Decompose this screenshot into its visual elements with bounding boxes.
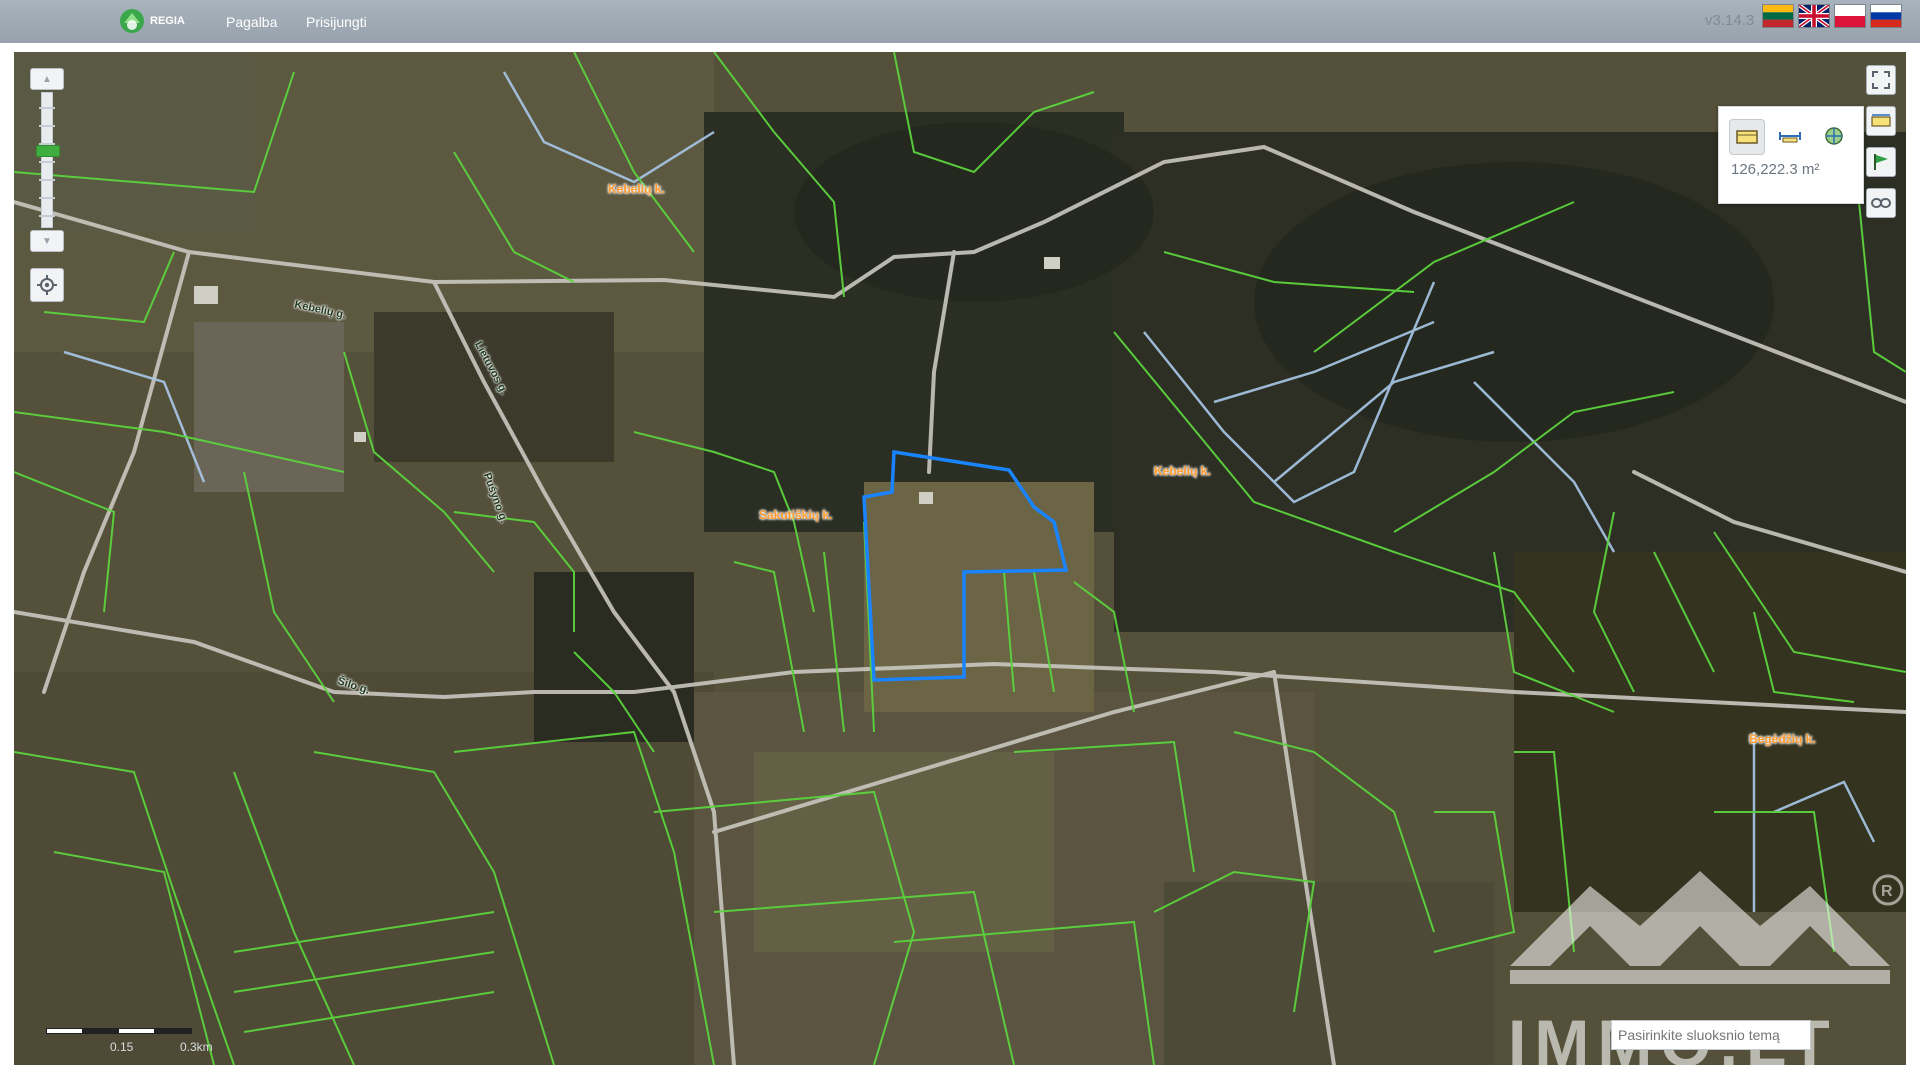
layer-theme-input[interactable] xyxy=(1611,1020,1811,1050)
place-label-kebeliai: Kebelių k. xyxy=(608,182,665,196)
regia-logo[interactable]: REGIA xyxy=(118,6,185,36)
version-label: v3.14.3 xyxy=(1705,12,1755,29)
place-label-begedziai: Begėdžių k. xyxy=(1749,732,1816,746)
scale-bar xyxy=(46,1028,192,1034)
scale-segment xyxy=(82,1028,120,1034)
measure-icon xyxy=(1871,114,1891,127)
flag-lithuania-icon[interactable] xyxy=(1763,5,1793,27)
measure-point-button[interactable] xyxy=(1817,119,1851,153)
zoom-tick xyxy=(39,197,55,199)
flag-icon xyxy=(1874,154,1888,170)
nav-login-link[interactable]: Prisijungti xyxy=(306,14,367,30)
zoom-tick xyxy=(39,179,55,181)
zoom-out-button[interactable]: ▼ xyxy=(30,230,64,252)
measurement-panel: 126,222.3 m² xyxy=(1718,106,1864,204)
link-icon xyxy=(1871,198,1891,208)
scale-segment xyxy=(154,1028,192,1034)
zoom-tick xyxy=(39,161,55,163)
logo-text: REGIA xyxy=(150,15,185,27)
place-label-sakutiskiai: Sakutiškių k. xyxy=(759,508,833,522)
zoom-tick xyxy=(39,107,55,109)
scale-segment xyxy=(46,1028,84,1034)
scale-segment xyxy=(118,1028,156,1034)
zoom-in-button[interactable]: ▲ xyxy=(30,68,64,90)
measured-area-value: 126,222.3 m² xyxy=(1731,161,1820,178)
top-bar: REGIA Pagalba Prisijungti v3.14.3 xyxy=(0,0,1920,43)
zoom-tick xyxy=(39,125,55,127)
measure-tool-button[interactable] xyxy=(1866,106,1896,136)
crosshair-icon xyxy=(37,275,57,295)
zoom-slider-handle[interactable] xyxy=(36,145,60,157)
measure-distance-button[interactable] xyxy=(1773,119,1807,153)
fullscreen-button[interactable] xyxy=(1866,65,1896,95)
measure-area-icon xyxy=(1736,130,1758,144)
flag-uk-icon[interactable] xyxy=(1799,5,1829,27)
zoom-slider-track[interactable] xyxy=(36,92,60,228)
measure-area-button[interactable] xyxy=(1729,119,1765,155)
regia-logo-icon xyxy=(120,9,144,33)
measure-distance-icon xyxy=(1779,132,1801,143)
nav-help-link[interactable]: Pagalba xyxy=(226,14,277,30)
chevron-up-icon: ▲ xyxy=(42,73,52,85)
scale-label-mid: 0.15 xyxy=(110,1040,134,1054)
svg-text:R: R xyxy=(1881,883,1893,900)
measure-point-icon xyxy=(1825,127,1843,145)
scale-label-end: 0.3km xyxy=(180,1040,213,1054)
flag-russia-icon[interactable] xyxy=(1871,5,1901,27)
locate-me-button[interactable] xyxy=(30,268,64,302)
place-label-kebeliai-east: Kebelių k. xyxy=(1154,464,1211,478)
fullscreen-icon xyxy=(1872,71,1890,89)
zoom-tick xyxy=(39,215,55,217)
zoom-control: ▲ ▼ xyxy=(30,68,64,252)
flag-marker-button[interactable] xyxy=(1866,147,1896,177)
chevron-down-icon: ▼ xyxy=(42,235,52,247)
flag-poland-icon[interactable] xyxy=(1835,5,1865,27)
share-link-button[interactable] xyxy=(1866,188,1896,218)
